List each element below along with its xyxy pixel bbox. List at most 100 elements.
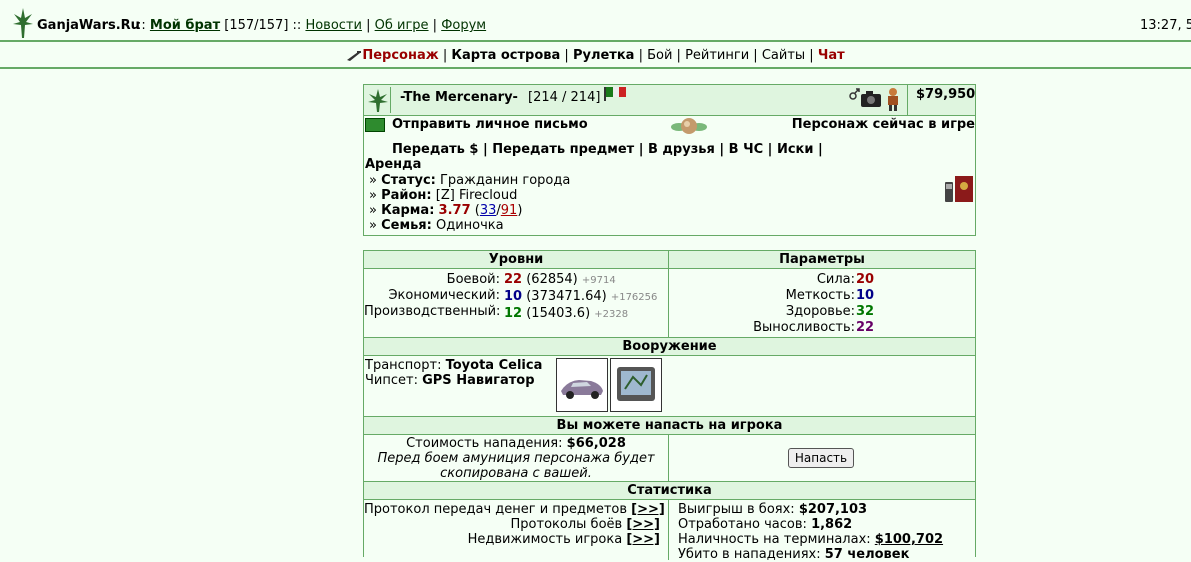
attack-cost-cell: Стоимость нападения: $66,028 Перед боем … <box>364 435 669 482</box>
strength-label: Сила: <box>816 272 855 287</box>
accuracy-label: Меткость: <box>785 288 855 303</box>
combat-level-value: 22 <box>504 272 523 287</box>
action-links: Передать $ | Передать предмет | В друзья… <box>392 142 823 157</box>
attack-cost-value: $66,028 <box>566 436 626 451</box>
player-hp: [214 / 214] <box>528 90 601 105</box>
nav-fight[interactable]: Бой <box>647 48 672 63</box>
attack-button[interactable]: Напасть <box>788 448 854 468</box>
status-label: Статус: <box>381 173 436 188</box>
transfer-item-link[interactable]: Передать предмет <box>492 142 634 157</box>
blacklist-link[interactable]: В ЧС <box>729 142 763 157</box>
nav-ratings[interactable]: Рейтинги <box>685 48 749 63</box>
family-value: Одиночка <box>435 218 504 233</box>
hours-value: 1,862 <box>811 517 853 532</box>
player-name[interactable]: -The Mercenary- <box>400 90 518 105</box>
kills-value: 57 человек <box>824 547 910 562</box>
statistics-left-cell: Протокол передач денег и предметов [>>] … <box>364 500 669 560</box>
statistics-header: Статистика <box>364 482 975 500</box>
district-label: Район: <box>381 188 432 203</box>
economic-level-value: 10 <box>504 289 523 304</box>
player-header: -The Mercenary- [214 / 214] $79,950 <box>364 85 975 116</box>
character-avatar-icon <box>888 88 898 111</box>
nav-roulette[interactable]: Рулетка <box>573 48 634 63</box>
add-friend-link[interactable]: В друзья <box>648 142 715 157</box>
stamina-value: 22 <box>856 320 875 335</box>
stats-table: Уровни Параметры Боевой: Экономический: … <box>363 250 976 562</box>
economic-exp: (373471.64) <box>526 289 607 304</box>
nav-sites[interactable]: Сайты <box>762 48 805 63</box>
property-link[interactable]: [>>] <box>626 532 660 547</box>
health-label: Здоровье: <box>785 304 855 319</box>
kills-label: Убито в нападениях: <box>678 547 821 562</box>
karma-minus-link[interactable]: 91 <box>501 203 518 218</box>
terminal-cash-value[interactable]: $100,702 <box>875 532 943 547</box>
player-card: -The Mercenary- [214 / 214] $79,950 Отпр… <box>363 84 976 236</box>
gps-navigator-icon[interactable] <box>610 358 662 412</box>
karma-plus-link[interactable]: 33 <box>480 203 497 218</box>
levels-cell: Боевой: Экономический: Производственный:… <box>364 269 669 338</box>
combat-exp: (62854) <box>526 272 578 287</box>
weapons-cell: Транспорт: Toyota Celica Чипсет: GPS Нав… <box>364 356 975 417</box>
my-brother-link[interactable]: Мой брат <box>150 18 220 33</box>
rent-link[interactable]: Аренда <box>365 157 421 172</box>
winnings-value: $207,103 <box>798 502 868 517</box>
transfer-protocol-link[interactable]: [>>] <box>631 502 665 517</box>
rifle-icon <box>347 50 362 61</box>
attack-cost-label: Стоимость нападения: <box>406 436 563 451</box>
cannabis-leaf-logo-icon <box>13 8 33 38</box>
params-header: Параметры <box>669 251 975 269</box>
statistics-values: Выигрыш в боях: $207,103 Отработано часо… <box>678 502 943 562</box>
divider <box>0 67 1191 69</box>
district-value[interactable]: [Z] Firecloud <box>436 188 518 203</box>
fight-protocol-label: Протоколы боёв <box>510 517 623 532</box>
combat-delta: +9714 <box>581 275 616 286</box>
player-info: » Статус: Гражданин города » Район: [Z] … <box>369 173 570 233</box>
transport-value[interactable]: Toyota Celica <box>446 358 543 373</box>
about-link[interactable]: Об игре <box>375 18 429 33</box>
params-cell: Сила: Меткость: Здоровье: Выносливость: … <box>669 269 975 338</box>
divider <box>907 85 908 115</box>
production-level-label: Производственный: <box>364 304 501 319</box>
transport-label: Транспорт: <box>365 358 442 373</box>
news-link[interactable]: Новости <box>305 18 362 33</box>
main-nav: Персонаж | Карта острова | Рулетка | Бой… <box>0 48 1191 68</box>
site-link[interactable]: GanjaWars.Ru <box>37 18 140 33</box>
economic-delta: +176256 <box>610 292 658 303</box>
karma-line: » Карма: 3.77 (33/91) <box>369 203 523 218</box>
flag-icon <box>604 87 626 101</box>
health-value: 32 <box>856 304 875 319</box>
combat-level-label: Боевой: <box>446 272 500 287</box>
status-value: Гражданин города <box>440 173 571 188</box>
district-line: » Район: [Z] Firecloud <box>369 188 518 203</box>
chip-label: Чипсет: <box>365 373 418 388</box>
camera-icon <box>861 91 881 107</box>
top-links: :: Мой брат [157/157] :: Новости | Об иг… <box>137 18 487 33</box>
equipment-list: Транспорт: Toyota Celica Чипсет: GPS Нав… <box>365 358 542 388</box>
production-level-value: 12 <box>504 306 523 321</box>
car-image-icon[interactable] <box>556 358 608 412</box>
online-status: Персонаж сейчас в игре <box>791 117 975 132</box>
transfer-money-link[interactable]: Передать $ <box>392 142 478 157</box>
passport-icon <box>955 176 973 202</box>
nav-chat[interactable]: Чат <box>818 48 845 63</box>
production-delta: +2328 <box>594 309 629 320</box>
terminal-cash-label: Наличность на терминалах: <box>678 532 871 547</box>
weapons-header: Вооружение <box>364 338 975 356</box>
nav-character[interactable]: Персонаж <box>362 48 438 63</box>
separator: :: <box>137 18 146 33</box>
chip-value[interactable]: GPS Навигатор <box>422 373 534 388</box>
lawsuits-link[interactable]: Иски <box>777 142 814 157</box>
male-gender-icon <box>849 88 860 100</box>
accuracy-value: 10 <box>856 288 875 303</box>
karma-value: 3.77 <box>438 203 471 218</box>
nav-map[interactable]: Карта острова <box>451 48 560 63</box>
fight-protocol-link[interactable]: [>>] <box>626 517 660 532</box>
send-message-link[interactable]: Отправить личное письмо <box>392 117 588 132</box>
forum-link[interactable]: Форум <box>441 18 486 33</box>
mail-icon[interactable] <box>365 118 385 132</box>
attack-header: Вы можете напасть на игрока <box>364 417 975 435</box>
winnings-label: Выигрыш в боях: <box>678 502 795 517</box>
family-label: Семья: <box>381 218 432 233</box>
transfer-protocol-label: Протокол передач денег и предметов <box>364 502 628 517</box>
levels-labels: Боевой: Экономический: Производственный: <box>364 272 500 320</box>
